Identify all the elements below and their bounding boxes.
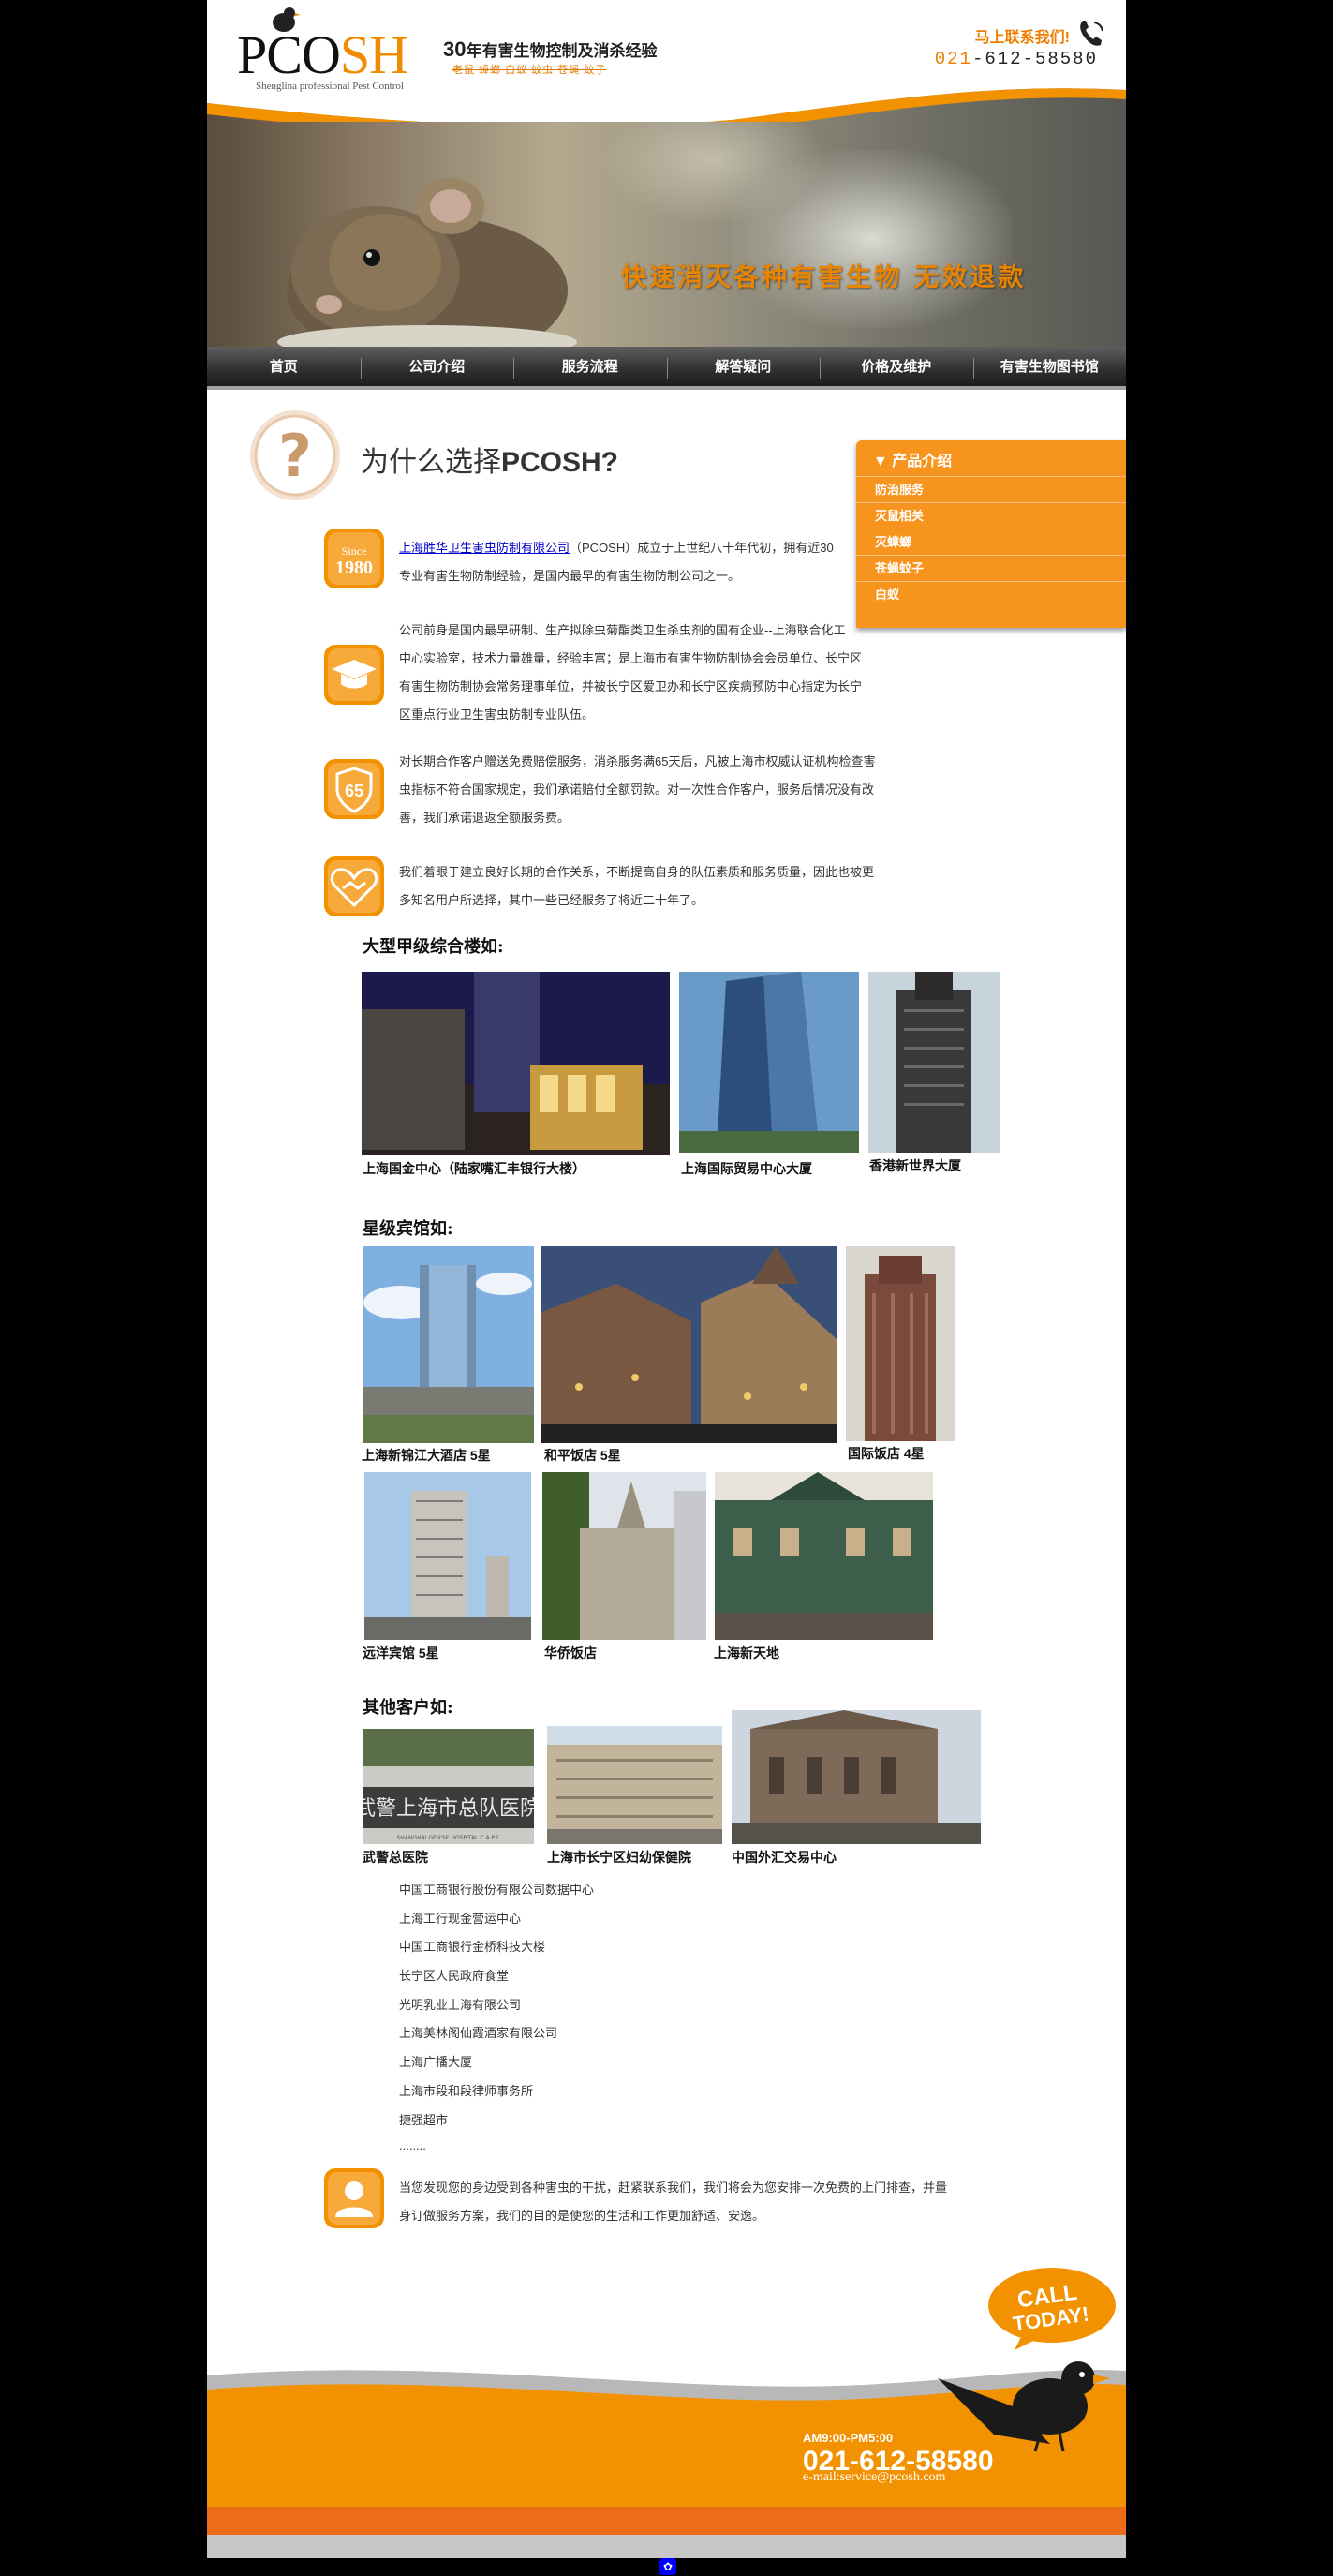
caption-xintiandi: 上海新天地 bbox=[714, 1645, 779, 1660]
nav-home[interactable]: 首页 bbox=[207, 347, 361, 386]
closing-text: 当您发现您的身边受到各种害虫的干扰，赶紧联系我们，我们将会为您安排一次免费的上门… bbox=[399, 2181, 948, 2223]
caption-forex: 中国外汇交易中心 bbox=[732, 1850, 837, 1865]
caption-jinjiang: 上海新锦江大酒店 5星 bbox=[362, 1448, 491, 1463]
caption-armed-police: 武警总医院 bbox=[363, 1850, 428, 1865]
nav-library[interactable]: 有害生物图书馆 bbox=[972, 347, 1127, 386]
footer-hours: AM9:00-PM5:00 bbox=[803, 2431, 894, 2445]
list-item: 上海市段和段律师事务所 bbox=[399, 2083, 534, 2098]
list-item: 捷强超市 bbox=[399, 2112, 449, 2127]
footer-bird-icon bbox=[938, 2361, 1110, 2452]
list-item: 上海工行现金营运中心 bbox=[399, 1911, 522, 1926]
main-nav: 首页 公司介绍 服务流程 解答疑问 价格及维护 有害生物图书馆 bbox=[207, 347, 1126, 390]
photo-foreign-exchange-center[interactable] bbox=[732, 1710, 981, 1844]
guarantee-65-shield-icon: 65 bbox=[324, 759, 384, 819]
logo[interactable]: PCOSH bbox=[237, 28, 408, 82]
photo-armed-police-hospital[interactable]: 武警上海市总队医院 SHANGHAI GEN'SE HOSPITAL C.A.P… bbox=[363, 1729, 534, 1844]
photo-ifc[interactable] bbox=[362, 972, 670, 1155]
footer-email[interactable]: e-mail:service@pcosh.com bbox=[803, 2470, 945, 2485]
photo-ocean-hotel[interactable] bbox=[364, 1472, 531, 1640]
photo-new-world-tower[interactable] bbox=[868, 972, 1000, 1153]
question-mark-icon: ? bbox=[250, 410, 340, 500]
contact-phone: 021-612-58580 bbox=[934, 49, 1098, 69]
caption-new-world: 香港新世界大厦 bbox=[869, 1158, 961, 1173]
caption-maternity: 上海市长宁区妇幼保健院 bbox=[547, 1850, 691, 1865]
product-item-termite[interactable]: 白蚁 bbox=[856, 581, 1126, 607]
product-item-cockroach[interactable]: 灭蟑螂 bbox=[856, 529, 1126, 555]
photo-trade-center[interactable] bbox=[679, 972, 859, 1153]
feature-partnership-text: 我们着眼于建立良好长期的合作关系，不断提高自身的队伍素质和服务质量，因此也被更 … bbox=[399, 865, 875, 907]
page-title: 为什么选择PCOSH? bbox=[361, 447, 619, 478]
svg-text:Since: Since bbox=[342, 544, 367, 558]
feature-guarantee-text: 对长期合作客户赠送免费赔偿服务，消杀服务满65天后，凡被上海市权威认证机构检查害… bbox=[399, 754, 876, 825]
nav-pricing[interactable]: 价格及维护 bbox=[820, 347, 973, 386]
nav-process[interactable]: 服务流程 bbox=[513, 347, 667, 386]
product-menu: ▼ 产品介绍 防治服务 灭鼠相关 灭蟑螂 苍蝇蚊子 白蚁 bbox=[856, 440, 1126, 628]
handshake-heart-icon bbox=[324, 856, 384, 916]
page: 快速消灭各种有害生物 无效退款 PCOSH Shenglina professi… bbox=[207, 0, 1126, 2558]
photo-park-hotel[interactable] bbox=[846, 1246, 955, 1441]
photo-xintiandi[interactable] bbox=[715, 1472, 933, 1640]
banner-slogan: 快速消灭各种有害生物 无效退款 bbox=[621, 263, 1027, 292]
photo-overseas-chinese-hotel[interactable] bbox=[542, 1472, 706, 1640]
other-section-title: 其他客户如: bbox=[363, 1698, 453, 1718]
product-menu-title: ▼ 产品介绍 bbox=[873, 454, 953, 469]
call-today-bubble[interactable]: CALL TODAY! bbox=[986, 2266, 1118, 2350]
list-item: 上海广播大厦 bbox=[399, 2055, 473, 2070]
product-item-flies[interactable]: 苍蝇蚊子 bbox=[856, 555, 1126, 581]
baidu-paw-icon[interactable]: ✿ bbox=[659, 2558, 676, 2575]
list-item: 光明乳业上海有限公司 bbox=[399, 1997, 522, 2012]
photo-jinjiang-hotel[interactable] bbox=[363, 1246, 534, 1443]
phone-icon bbox=[1080, 21, 1103, 46]
hotel-section-title: 星级宾馆如: bbox=[363, 1219, 453, 1239]
feature-background-text: 公司前身是国内最早研制、生产拟除虫菊酯类卫生杀虫剂的国有企业--上海联合化工 中… bbox=[399, 623, 863, 722]
nav-faq[interactable]: 解答疑问 bbox=[666, 347, 821, 386]
caption-ocean: 远洋宾馆 5星 bbox=[363, 1645, 439, 1660]
caption-trade-center: 上海国际贸易中心大厦 bbox=[681, 1161, 812, 1176]
product-item-rodent[interactable]: 灭鼠相关 bbox=[856, 502, 1126, 529]
other-clients-list: 中国工商银行股份有限公司数据中心 上海工行现金营运中心 中国工商银行金桥科技大楼… bbox=[399, 1880, 867, 2167]
svg-text:武警上海市总队医院: 武警上海市总队医院 bbox=[363, 1797, 534, 1821]
header: 快速消灭各种有害生物 无效退款 PCOSH Shenglina professi… bbox=[207, 0, 1126, 347]
list-item: ........ bbox=[399, 2138, 426, 2153]
logo-subtitle: Shenglina professional Pest Control bbox=[256, 81, 404, 92]
nav-about[interactable]: 公司介绍 bbox=[360, 347, 514, 386]
user-contact-icon bbox=[324, 2168, 384, 2228]
caption-peace: 和平饭店 5星 bbox=[544, 1448, 621, 1463]
svg-text:SHANGHAI GEN'SE HOSPITAL C.A.P: SHANGHAI GEN'SE HOSPITAL C.A.P.F bbox=[397, 1835, 500, 1841]
list-item: 长宁区人民政府食堂 bbox=[399, 1969, 510, 1984]
caption-park: 国际饭店 4星 bbox=[848, 1446, 925, 1461]
list-item: 上海美林阁仙霞酒家有限公司 bbox=[399, 2026, 558, 2041]
svg-text:65: 65 bbox=[345, 782, 363, 800]
svg-text:?: ? bbox=[278, 422, 312, 490]
feature-history-text: 上海胜华卫生害虫防制有限公司（PCOSH）成立于上世纪八十年代初，拥有近30 专… bbox=[399, 541, 834, 583]
tagline-sub: 老鼠 蟑螂 白蚁 蚊虫 苍蝇 蚊子 bbox=[452, 65, 607, 76]
office-section-title: 大型甲级综合楼如: bbox=[363, 937, 504, 957]
photo-peace-hotel[interactable] bbox=[541, 1246, 837, 1443]
photo-maternity-hospital[interactable] bbox=[547, 1726, 722, 1844]
graduation-cap-icon bbox=[324, 645, 384, 705]
list-item: 中国工商银行股份有限公司数据中心 bbox=[399, 1883, 595, 1897]
tagline: 30年有害生物控制及消杀经验 bbox=[443, 37, 658, 61]
contact-label: 马上联系我们! bbox=[974, 30, 1070, 46]
since-1980-icon: Since 1980 bbox=[324, 529, 384, 588]
caption-overseas-chinese: 华侨饭店 bbox=[544, 1645, 597, 1660]
list-item: 中国工商银行金桥科技大楼 bbox=[399, 1940, 546, 1955]
caption-ifc: 上海国金中心（陆家嘴汇丰银行大楼） bbox=[363, 1161, 585, 1176]
svg-text:1980: 1980 bbox=[335, 558, 373, 578]
mouse-image bbox=[277, 178, 577, 347]
product-item-control[interactable]: 防治服务 bbox=[856, 476, 1126, 502]
company-link[interactable]: 上海胜华卫生害虫防制有限公司 bbox=[399, 541, 570, 555]
